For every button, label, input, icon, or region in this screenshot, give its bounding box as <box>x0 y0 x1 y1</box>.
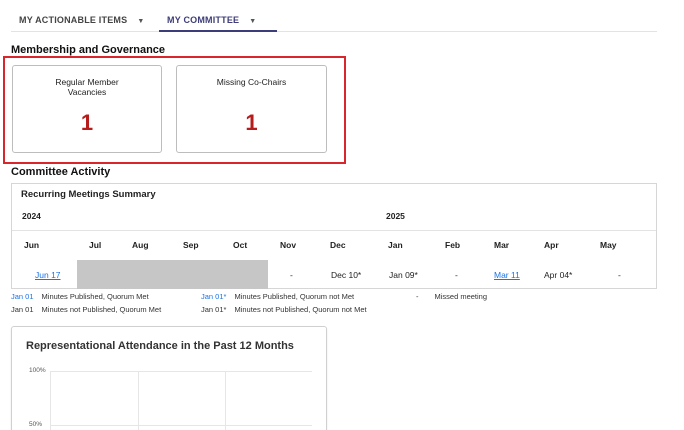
legend-text: Minutes not Published, Quorum Met <box>41 305 162 314</box>
legend-item: Jan 01* Minutes Published, Quorum not Met <box>201 292 354 301</box>
month-header: May <box>600 240 617 250</box>
month-header: Apr <box>544 240 559 250</box>
activity-section-title: Committee Activity <box>11 166 111 178</box>
card-value: 1 <box>245 110 258 135</box>
card-label: Regular Member Vacancies <box>55 77 119 97</box>
attendance-title: Representational Attendance in the Past … <box>26 340 294 352</box>
legend-text: Missed meeting <box>434 292 488 301</box>
month-header: Nov <box>280 240 297 250</box>
legend-item: - Missed meeting <box>416 292 487 301</box>
missing-cochairs-card[interactable]: Missing Co-Chairs 1 <box>176 65 327 153</box>
meeting-cell-dec: Dec 10* <box>331 270 362 280</box>
month-header: Mar <box>494 240 510 250</box>
month-header: Oct <box>233 240 248 250</box>
legend-text: Minutes Published, Quorum Met <box>41 292 149 301</box>
legend-item: Jan 01* Minutes not Published, Quorum not… <box>201 305 367 314</box>
chevron-down-icon: ▼ <box>249 18 257 25</box>
card-label: Missing Co-Chairs <box>216 77 287 87</box>
tab-bar: MY ACTIONABLE ITEMS ▼ MY COMMITTEE ▼ <box>11 8 657 32</box>
vacancies-card[interactable]: Regular Member Vacancies 1 <box>12 65 162 153</box>
legend-key: Jan 01* <box>201 305 227 314</box>
legend-text: Minutes Published, Quorum not Met <box>234 292 355 301</box>
meeting-link-mar[interactable]: Mar 11 <box>494 270 520 280</box>
y-tick-label: 50% <box>29 421 43 428</box>
grid-line <box>138 371 139 430</box>
grid-line <box>50 371 51 430</box>
month-header: Dec <box>330 240 346 250</box>
membership-section-title: Membership and Governance <box>11 44 166 56</box>
legend-key: Jan 01* <box>201 292 227 301</box>
meeting-cell-jan: Jan 09* <box>389 270 418 280</box>
month-header: Jul <box>89 240 102 250</box>
year-label: 2024 <box>22 211 41 221</box>
meetings-title: Recurring Meetings Summary <box>21 189 156 200</box>
year-label: 2025 <box>386 211 405 221</box>
y-tick-label: 100% <box>29 367 46 374</box>
month-header: Jun <box>24 240 40 250</box>
chevron-down-icon: ▼ <box>137 18 145 25</box>
tab-my-committee[interactable]: MY COMMITTEE ▼ <box>159 8 277 32</box>
no-data-block <box>77 260 268 289</box>
meeting-link-jun[interactable]: Jun 17 <box>35 270 61 280</box>
month-header: Sep <box>183 240 199 250</box>
tab-label: MY ACTIONABLE ITEMS <box>19 15 128 25</box>
meeting-cell-feb: - <box>455 270 458 280</box>
legend-key: - <box>416 292 419 301</box>
month-header: Aug <box>132 240 149 250</box>
tab-my-actionable-items[interactable]: MY ACTIONABLE ITEMS ▼ <box>11 8 151 31</box>
meeting-cell-may: - <box>618 270 621 280</box>
grid-line <box>50 425 312 426</box>
grid-line <box>225 371 226 430</box>
card-value: 1 <box>80 110 94 135</box>
meeting-cell-nov: - <box>290 270 293 280</box>
legend-text: Minutes not Published, Quorum not Met <box>234 305 367 314</box>
recurring-meetings-panel: Recurring Meetings Summary 2024 2025 Jun… <box>11 183 657 289</box>
divider <box>12 230 656 231</box>
tab-label: MY COMMITTEE <box>167 15 240 25</box>
month-header: Feb <box>445 240 461 250</box>
grid-line <box>50 371 312 372</box>
attendance-card: Representational Attendance in the Past … <box>11 326 327 430</box>
legend-item: Jan 01 Minutes Published, Quorum Met <box>11 292 149 301</box>
legend-item: Jan 01 Minutes not Published, Quorum Met <box>11 305 161 314</box>
month-header: Jan <box>388 240 403 250</box>
legend-key: Jan 01 <box>11 292 34 301</box>
legend-key: Jan 01 <box>11 305 34 314</box>
meeting-cell-apr: Apr 04* <box>544 270 573 280</box>
